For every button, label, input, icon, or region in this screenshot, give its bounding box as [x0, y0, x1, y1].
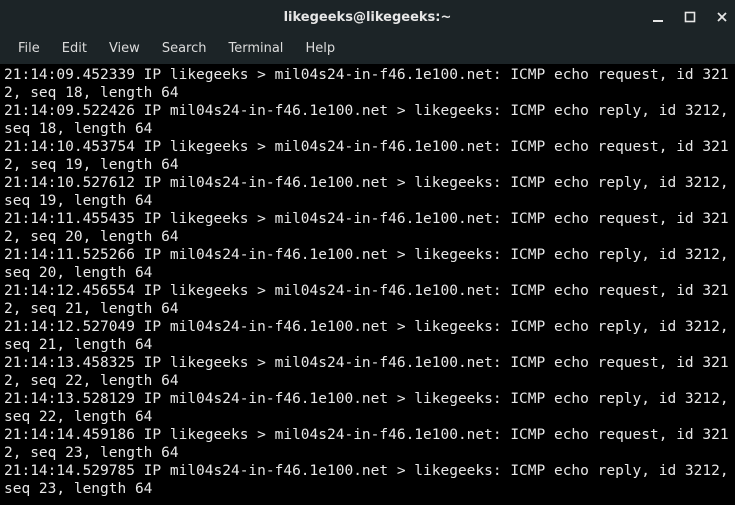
- minimize-button[interactable]: [651, 10, 665, 24]
- window-title: likegeeks@likegeeks:~: [284, 10, 452, 25]
- close-button[interactable]: [715, 10, 729, 24]
- menu-search[interactable]: Search: [152, 37, 217, 60]
- menu-help[interactable]: Help: [295, 37, 345, 60]
- menubar: File Edit View Search Terminal Help: [0, 34, 735, 64]
- menu-terminal[interactable]: Terminal: [218, 37, 293, 60]
- maximize-button[interactable]: [683, 10, 697, 24]
- menu-view[interactable]: View: [99, 37, 150, 60]
- terminal-output[interactable]: 21:14:09.452339 IP likegeeks > mil04s24-…: [0, 64, 735, 505]
- titlebar: likegeeks@likegeeks:~: [0, 0, 735, 34]
- window-controls: [651, 0, 729, 34]
- menu-edit[interactable]: Edit: [52, 37, 97, 60]
- menu-file[interactable]: File: [8, 37, 50, 60]
